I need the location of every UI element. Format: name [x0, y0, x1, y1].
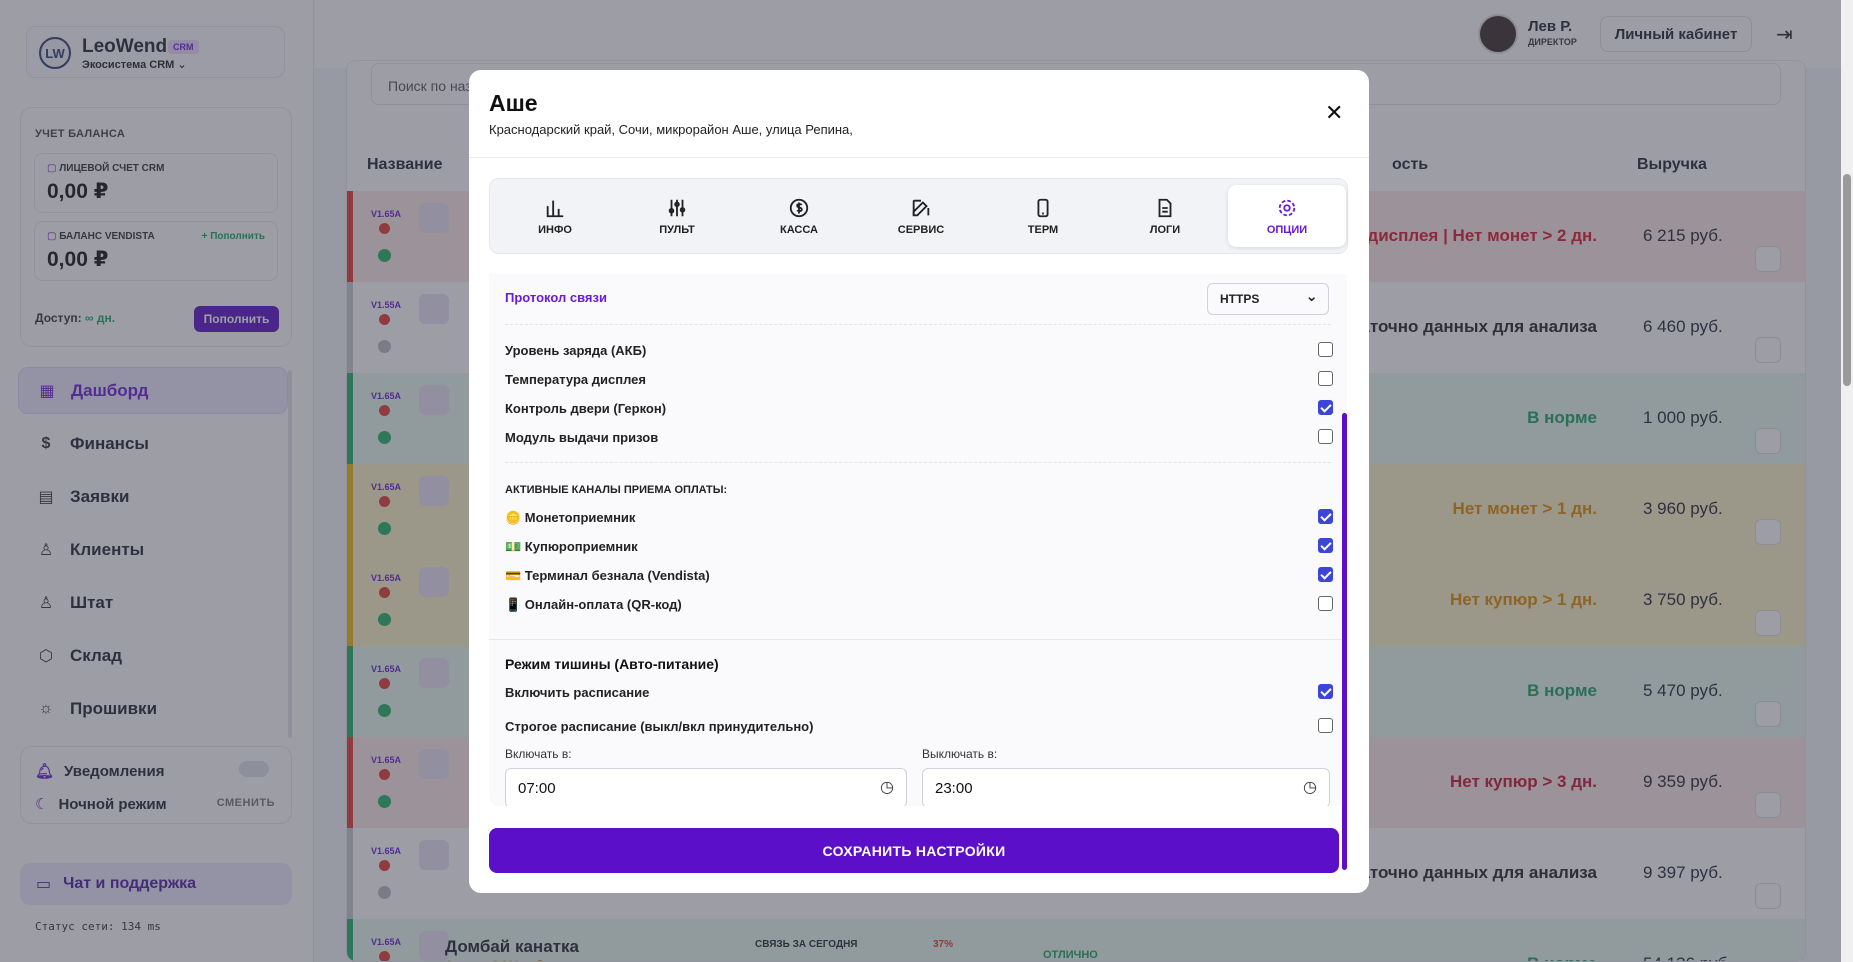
- gear-icon: [1278, 199, 1296, 216]
- sensor-option-checkbox[interactable]: [1318, 371, 1333, 386]
- schedule-checkbox[interactable]: [1318, 684, 1333, 699]
- modal-title: Аше: [489, 90, 538, 116]
- sensor-option-label: Уровень заряда (АКБ): [505, 343, 647, 358]
- machine-settings-modal: Аше Краснодарский край, Сочи, микрорайон…: [469, 70, 1369, 893]
- divider: [505, 324, 1331, 325]
- chart-icon: [546, 200, 564, 217]
- sensor-option-label: Модуль выдачи призов: [505, 430, 659, 445]
- protocol-label: Протокол связи: [505, 290, 607, 305]
- options-group: Протокол связи HTTPS Уровень заряда (АКБ…: [489, 274, 1347, 639]
- payment-channel-label: 💵 Купюроприемник: [505, 539, 638, 554]
- tab-label: ТЕРМ: [1027, 223, 1059, 236]
- payment-channel-checkbox[interactable]: [1318, 509, 1333, 524]
- strict-schedule-checkbox[interactable]: [1318, 718, 1333, 733]
- sliders-icon: [668, 199, 686, 216]
- off-time-label: Выключать в:: [922, 747, 998, 761]
- tab-2[interactable]: КАССА: [740, 185, 858, 247]
- tab-0[interactable]: ИНФО: [496, 185, 614, 247]
- tab-6[interactable]: ОПЦИИ: [1228, 185, 1346, 247]
- sensor-option-label: Температура дисплея: [505, 372, 646, 387]
- phone-icon: [1037, 198, 1049, 217]
- divider: [505, 462, 1331, 463]
- tab-label: СЕРВИС: [897, 223, 945, 236]
- sensor-option-checkbox[interactable]: [1318, 400, 1333, 415]
- quiet-mode-group: Режим тишины (Авто-питание) Включить рас…: [489, 639, 1347, 806]
- payment-channel-checkbox[interactable]: [1318, 538, 1333, 553]
- file-icon: [1158, 198, 1172, 217]
- sensor-option-checkbox[interactable]: [1318, 342, 1333, 357]
- tab-5[interactable]: ЛОГИ: [1106, 185, 1224, 247]
- payment-channel-label: 💳 Терминал безнала (Vendista): [505, 568, 710, 583]
- off-time-input[interactable]: 23:00: [922, 768, 1330, 806]
- options-panel: Протокол связи HTTPS Уровень заряда (АКБ…: [489, 274, 1347, 806]
- edit-icon: [912, 199, 930, 216]
- payment-channel-label: 📱 Онлайн-оплата (QR-код): [505, 597, 682, 612]
- tab-label: ОПЦИИ: [1266, 223, 1308, 236]
- save-settings-button[interactable]: СОХРАНИТЬ НАСТРОЙКИ: [489, 828, 1339, 873]
- tab-1[interactable]: ПУЛЬТ: [618, 185, 736, 247]
- sensor-option-label: Контроль двери (Геркон): [505, 401, 667, 416]
- schedule-label: Включить расписание: [505, 685, 650, 700]
- on-time-input[interactable]: 07:00: [505, 768, 907, 806]
- tab-4[interactable]: ТЕРМ: [984, 185, 1102, 247]
- close-icon[interactable]: ✕: [1325, 100, 1343, 126]
- payment-channel-label: 🪙 Монетоприемник: [505, 510, 636, 525]
- tab-3[interactable]: СЕРВИС: [862, 185, 980, 247]
- tab-label: ПУЛЬТ: [659, 223, 695, 236]
- quiet-mode-title: Режим тишины (Авто-питание): [505, 656, 719, 672]
- tab-label: ИНФО: [538, 223, 572, 236]
- payment-channel-checkbox[interactable]: [1318, 567, 1333, 582]
- payment-channel-checkbox[interactable]: [1318, 596, 1333, 611]
- on-time-label: Включать в:: [505, 747, 572, 761]
- sensor-option-checkbox[interactable]: [1318, 429, 1333, 444]
- payment-channels-title: АКТИВНЫЕ КАНАЛЫ ПРИЕМА ОПЛАТЫ:: [505, 484, 728, 496]
- options-scrollbar[interactable]: [1342, 278, 1347, 878]
- page-scrollbar[interactable]: [1841, 0, 1853, 962]
- tab-label: ЛОГИ: [1149, 223, 1181, 236]
- tab-label: КАССА: [780, 223, 818, 236]
- modal-tabs: ИНФО ПУЛЬТ КАССА СЕРВИС ТЕРМ ЛОГИ ОПЦИИ: [489, 178, 1348, 254]
- modal-address: Краснодарский край, Сочи, микрорайон Аше…: [489, 122, 853, 137]
- dollar-icon: [789, 198, 809, 217]
- strict-schedule-label: Строгое расписание (выкл/вкл принудитель…: [505, 719, 814, 734]
- modal-divider: [469, 157, 1369, 158]
- protocol-select[interactable]: HTTPS: [1207, 283, 1329, 315]
- options-scrollbar-thumb[interactable]: [1342, 413, 1347, 870]
- page-scrollbar-thumb[interactable]: [1843, 174, 1851, 386]
